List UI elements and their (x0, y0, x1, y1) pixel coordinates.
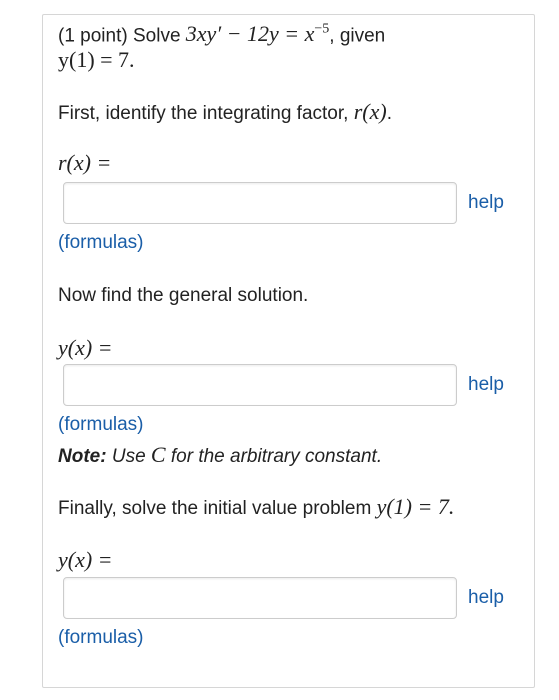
problem-statement: (1 point) Solve 3xy′ − 12y = x−5, given (58, 18, 385, 48)
y-of-x-label-ivp: y(x) = (58, 547, 113, 572)
help-link-3[interactable]: help (468, 586, 504, 610)
problem-initial-condition: y(1) = 7. (58, 47, 135, 72)
help-link-2[interactable]: help (468, 373, 504, 397)
part3-instruction: Finally, solve the initial value problem… (58, 494, 455, 520)
part1-instruction: First, identify the integrating factor, … (58, 99, 392, 125)
help-link-1[interactable]: help (468, 191, 504, 215)
formulas-link-1[interactable]: (formulas) (58, 231, 144, 255)
problem-equation: 3xy′ − 12y = x−5 (185, 21, 330, 47)
r-of-x-label: r(x) = (58, 150, 112, 175)
general-solution-input[interactable] (63, 364, 457, 406)
part2-instruction: Now find the general solution. (58, 285, 309, 306)
problem-given: , given (329, 25, 386, 47)
formulas-link-3[interactable]: (formulas) (58, 626, 144, 650)
formulas-link-2[interactable]: (formulas) (58, 413, 144, 437)
r-of-x-input[interactable] (63, 182, 457, 224)
y-of-x-label-general: y(x) = (58, 335, 113, 360)
problem-prefix: (1 point) Solve (58, 25, 186, 47)
ivp-solution-input[interactable] (63, 577, 457, 619)
note-arbitrary-constant: Note: Use C for the arbitrary constant. (58, 442, 383, 468)
